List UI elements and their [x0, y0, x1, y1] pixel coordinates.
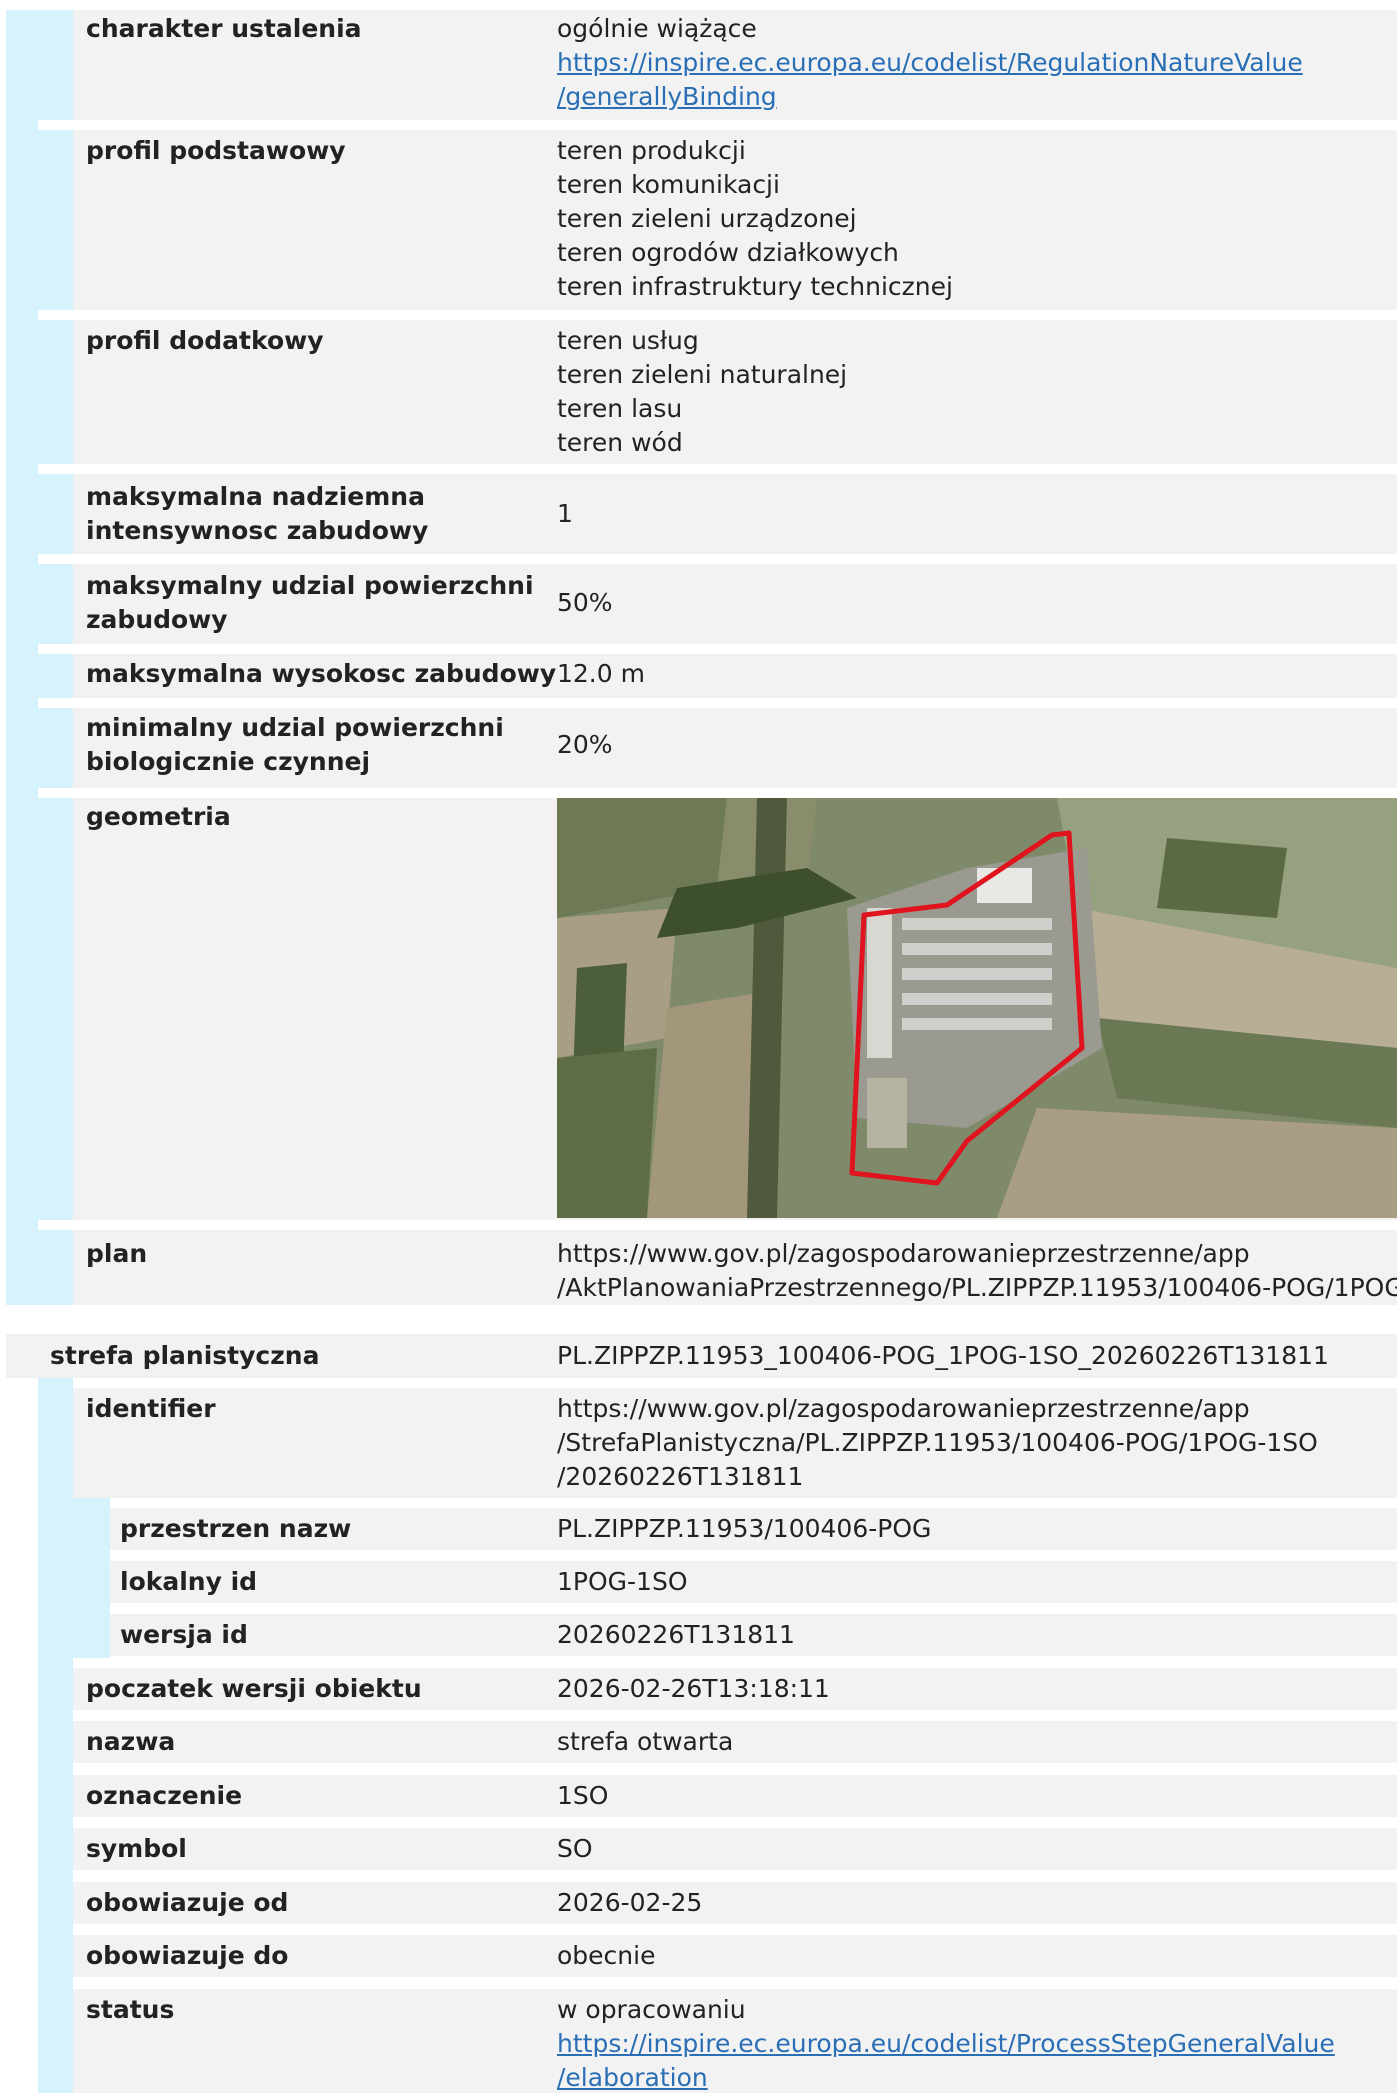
field-label: maksymalny udzial powierzchni zabudowy	[86, 571, 534, 634]
row-bg	[110, 1561, 1397, 1603]
value-line: teren produkcji	[557, 136, 746, 165]
field-value: 20260226T131811	[557, 1620, 795, 1649]
field-value: 50%	[557, 588, 613, 617]
row-bg	[73, 1775, 1397, 1817]
value-line: teren lasu	[557, 394, 683, 423]
indent-bar	[38, 654, 73, 698]
field-value: 20%	[557, 730, 613, 759]
geometry-map-image	[557, 798, 1397, 1218]
field-label: obowiazuje do	[86, 1941, 289, 1970]
indent-bar	[38, 474, 73, 554]
field-value: obecnie	[557, 1941, 656, 1970]
field-value: 1POG-1SO	[557, 1567, 688, 1596]
indent-bar	[38, 1230, 73, 1305]
value-line: teren komunikacji	[557, 170, 780, 199]
value-line: teren wód	[557, 428, 683, 457]
field-value: 1	[557, 499, 573, 528]
field-label: obowiazuje od	[86, 1888, 289, 1917]
value-line: teren ogrodów działkowych	[557, 238, 899, 267]
codelist-link[interactable]: https://inspire.ec.europa.eu/codelist/Re…	[557, 48, 1303, 111]
field-label: lokalny id	[120, 1567, 258, 1596]
field-value: https://www.gov.pl/zagospodarowanieprzes…	[557, 1239, 1397, 1302]
field-label: maksymalna nadziemna intensywnosc zabudow…	[86, 482, 429, 545]
indent-bar	[38, 1378, 73, 2093]
row-bg	[73, 1721, 1397, 1763]
field-label: identifier	[86, 1394, 216, 1423]
indent-bar	[38, 798, 73, 1220]
section-rail	[6, 10, 38, 1305]
field-label: poczatek wersji obiektu	[86, 1674, 422, 1703]
field-value: SO	[557, 1834, 593, 1863]
indent-bar	[38, 708, 73, 788]
field-label: status	[86, 1995, 175, 2024]
value-line: ogólnie wiążące	[557, 14, 757, 43]
indent-bar	[38, 10, 73, 120]
field-label: oznaczenie	[86, 1781, 243, 1810]
field-value: https://www.gov.pl/zagospodarowanieprzes…	[557, 1394, 1318, 1491]
field-value: teren usług teren zieleni naturalnej ter…	[557, 324, 847, 460]
field-label: nazwa	[86, 1727, 176, 1756]
field-label: charakter ustalenia	[86, 14, 362, 43]
strefa-label: strefa planistyczna	[50, 1341, 320, 1370]
field-value: 2026-02-26T13:18:11	[557, 1674, 830, 1703]
field-value: teren produkcji teren komunikacji teren …	[557, 134, 953, 304]
value-line: teren infrastruktury technicznej	[557, 272, 953, 301]
field-value: 12.0 m	[557, 659, 645, 688]
field-label: maksymalna wysokosc zabudowy	[86, 659, 557, 688]
value-line: teren usług	[557, 326, 699, 355]
field-value: strefa otwarta	[557, 1727, 734, 1756]
indent-bar	[38, 130, 73, 310]
row-bg	[73, 1828, 1397, 1870]
field-label: wersja id	[120, 1620, 248, 1649]
value-line: teren zieleni urządzonej	[557, 204, 857, 233]
field-value: 1SO	[557, 1781, 609, 1810]
value-line: teren zieleni naturalnej	[557, 360, 848, 389]
indent-bar	[73, 1508, 110, 1550]
field-value: PL.ZIPPZP.11953/100406-POG	[557, 1514, 932, 1543]
indent-bar	[38, 320, 73, 464]
field-label: plan	[86, 1239, 148, 1268]
indent-bar	[38, 564, 73, 644]
field-label: przestrzen nazw	[120, 1514, 352, 1543]
field-label: profil podstawowy	[86, 136, 346, 165]
field-value: ogólnie wiążące https://inspire.ec.europ…	[557, 12, 1303, 114]
field-label: minimalny udzial powierzchni biologicznie…	[86, 713, 504, 776]
field-label: symbol	[86, 1834, 187, 1863]
field-label: profil dodatkowy	[86, 326, 324, 355]
field-value: w opracowaniu https://inspire.ec.europa.…	[557, 1995, 1335, 2092]
field-value: 2026-02-25	[557, 1888, 703, 1917]
field-label: geometria	[86, 802, 231, 831]
strefa-value: PL.ZIPPZP.11953_100406-POG_1POG-1SO_2026…	[557, 1341, 1329, 1370]
codelist-link[interactable]: https://inspire.ec.europa.eu/codelist/Pr…	[557, 2029, 1335, 2092]
